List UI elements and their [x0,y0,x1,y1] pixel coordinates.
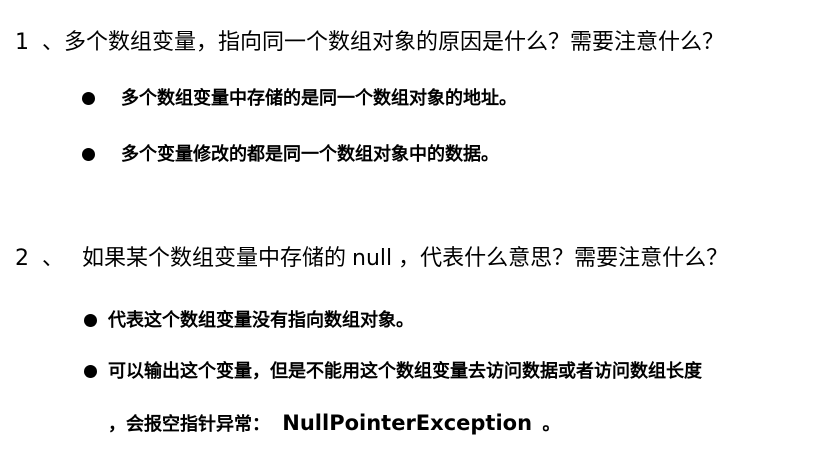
question-2-text-after: ，代表什么意思？需要注意什么？ [398,246,729,271]
question-2-null-word: null [352,246,393,271]
question-1-bullet-2: 多个变量修改的都是同一个数组对象中的数据。 [121,144,499,165]
question-1-number: 1 [15,30,29,55]
question-1-separator: 、 [42,30,65,55]
question-2-bullet-2: 可以输出这个变量，但是不能用这个数组变量去访问数据或者访问数组长度 [108,361,702,382]
continuation-prefix: ，会报空指针异常： [108,414,270,435]
exception-name: NullPointerException [282,411,533,435]
question-2-bullet-1: 代表这个数组变量没有指向数组对象。 [108,310,414,331]
question-2-text-before: 如果某个数组变量中存储的 [82,246,347,271]
bullet-dot-icon [82,92,95,105]
question-1-bullet-1: 多个数组变量中存储的是同一个数组对象的地址。 [121,88,517,109]
question-1: 1 、多个数组变量，指向同一个数组对象的原因是什么？需要注意什么？ [15,28,724,58]
question-1-text: 多个数组变量，指向同一个数组对象的原因是什么？需要注意什么？ [64,30,725,55]
bullet-dot-icon [84,365,97,378]
question-2: 2 、如果某个数组变量中存储的 null ，代表什么意思？需要注意什么？ [15,244,728,274]
question-2-number: 2 [15,246,29,271]
continuation-suffix: 。 [542,414,561,435]
question-2-separator: 、 [42,246,65,271]
bullet-dot-icon [84,314,97,327]
bullet-dot-icon [82,148,95,161]
question-2-bullet-2-continuation: ，会报空指针异常： NullPointerException 。 [108,410,560,438]
